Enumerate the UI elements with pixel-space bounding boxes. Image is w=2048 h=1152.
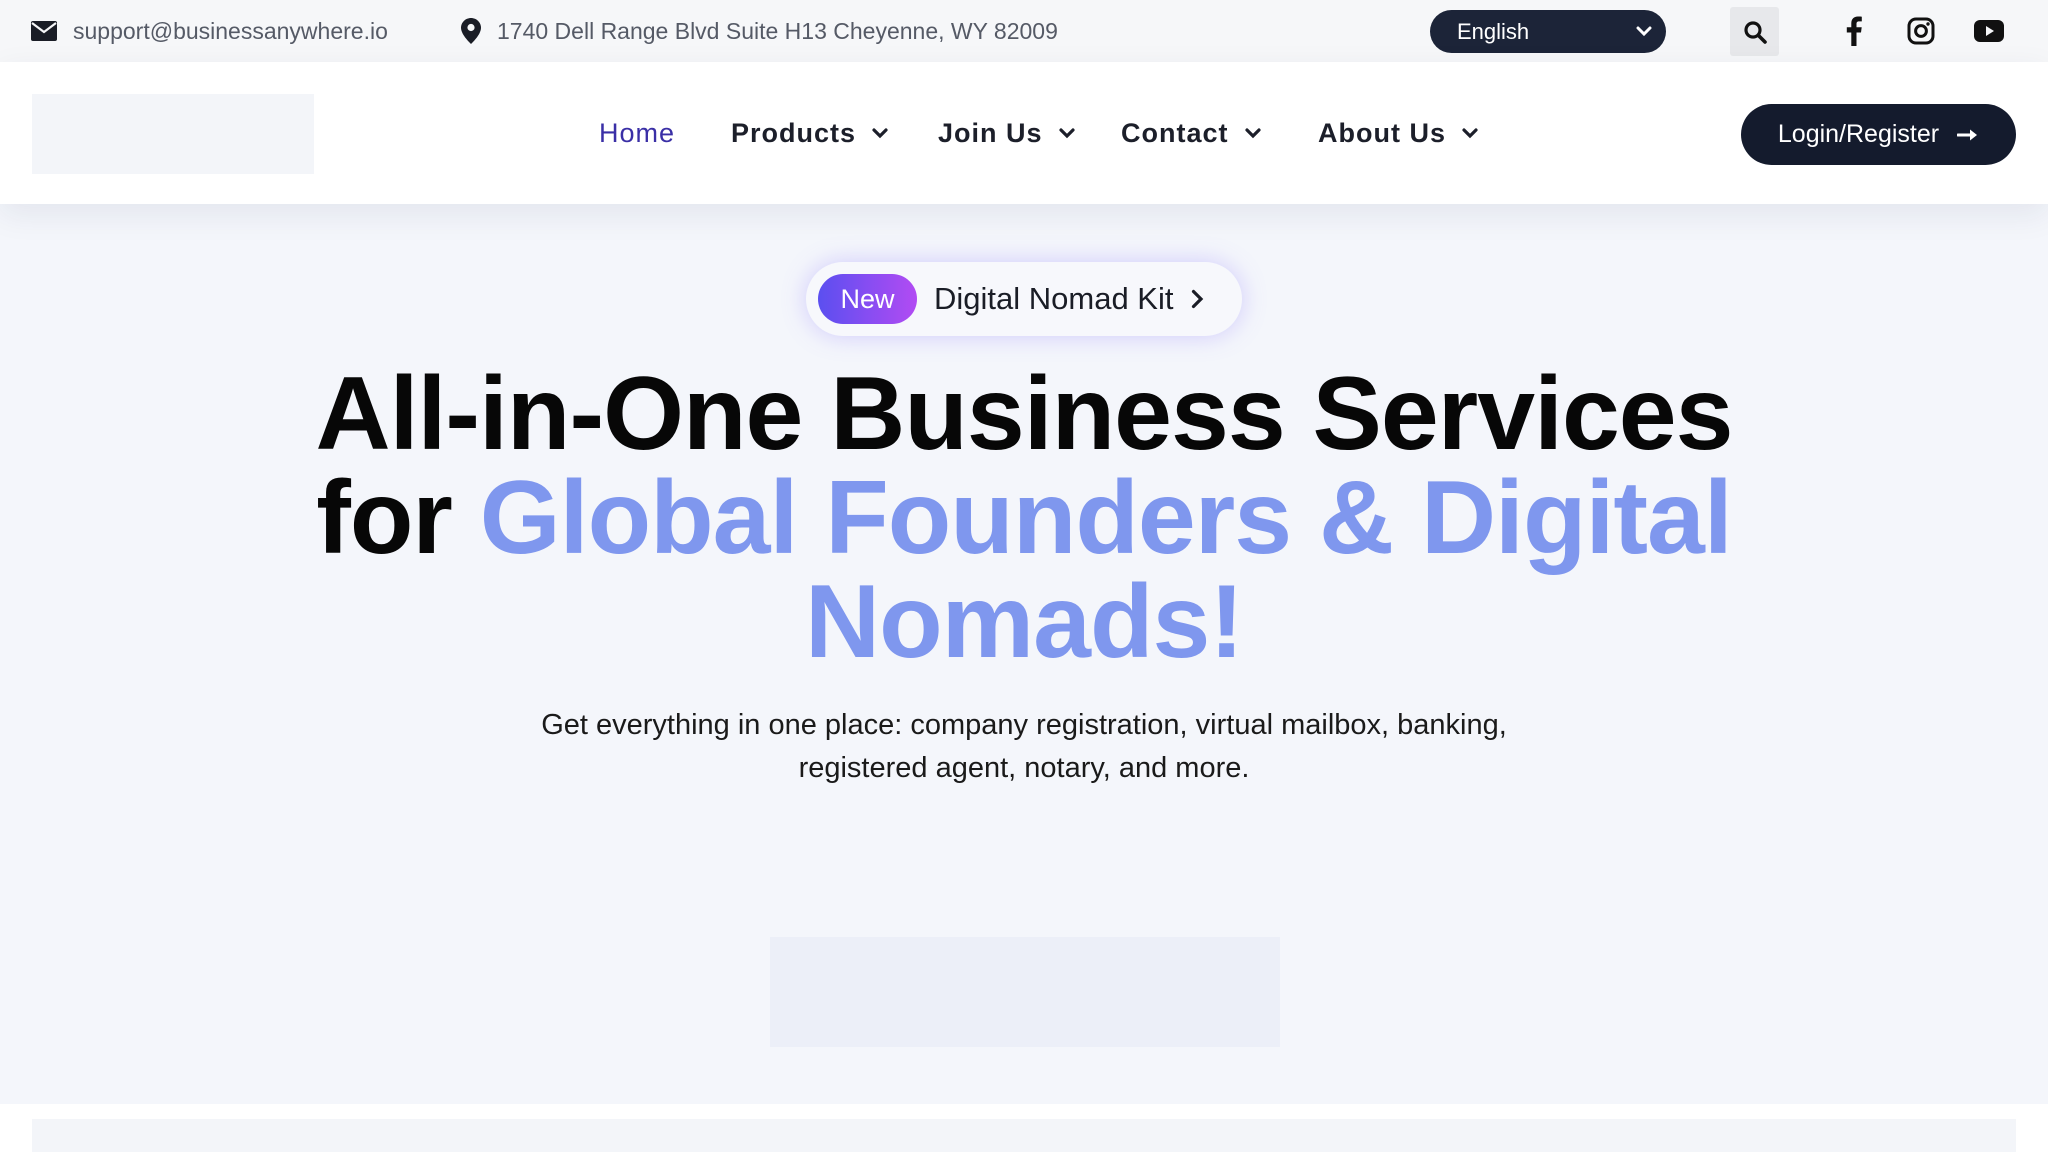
nav-item-label: Contact <box>1121 117 1229 148</box>
site-logo[interactable] <box>32 94 314 174</box>
headline-plain-2: for <box>316 460 480 576</box>
chevron-down-icon <box>1244 127 1261 138</box>
contact-email[interactable]: support@businessanywhere.io <box>31 0 388 62</box>
address-text: 1740 Dell Range Blvd Suite H13 Cheyenne,… <box>497 17 1058 44</box>
nav-item-contact[interactable]: Contact <box>1121 62 1261 204</box>
chevron-down-icon <box>872 127 888 138</box>
contact-address: 1740 Dell Range Blvd Suite H13 Cheyenne,… <box>461 0 1058 62</box>
hero-headline: All-in-One Business Services for Global … <box>224 362 1824 674</box>
nav-item-about-us[interactable]: About Us <box>1318 62 1478 204</box>
email-text: support@businessanywhere.io <box>73 17 388 44</box>
digital-nomad-kit-pill[interactable]: New Digital Nomad Kit <box>806 262 1242 336</box>
chevron-right-icon <box>1192 289 1204 309</box>
hero-subtitle: Get everything in one place: company reg… <box>541 709 1507 784</box>
instagram-icon <box>1907 17 1935 45</box>
youtube-icon <box>1974 20 2004 42</box>
hero-media-placeholder <box>770 937 1280 1047</box>
language-select[interactable]: English <box>1430 10 1666 53</box>
nav-item-join-us[interactable]: Join Us <box>938 62 1075 204</box>
headline-line-1: All-in-One Business Services <box>315 356 1734 472</box>
chevron-down-icon <box>1636 26 1652 37</box>
facebook-icon <box>1846 16 1862 46</box>
nav-item-home[interactable]: Home <box>599 62 675 204</box>
next-section <box>0 1104 2048 1152</box>
chevron-down-icon <box>1058 127 1075 138</box>
nav-item-label: About Us <box>1318 117 1446 148</box>
instagram-link[interactable] <box>1903 13 1939 49</box>
main-navbar: Home Products Join Us Contact About Us L… <box>0 62 2048 204</box>
top-utility-bar: support@businessanywhere.io 1740 Dell Ra… <box>0 0 2048 62</box>
new-badge: New <box>818 274 917 324</box>
pill-label: Digital Nomad Kit <box>934 281 1174 316</box>
facebook-link[interactable] <box>1836 13 1872 49</box>
language-selected: English <box>1457 18 1530 44</box>
envelope-icon <box>31 21 57 41</box>
search-button[interactable] <box>1730 7 1779 56</box>
login-register-label: Login/Register <box>1777 120 1940 148</box>
nav-item-label: Join Us <box>938 117 1043 148</box>
arrow-right-icon <box>1957 129 1978 140</box>
next-section-placeholder <box>32 1119 2016 1152</box>
chevron-down-icon <box>1462 127 1478 138</box>
login-register-button[interactable]: Login/Register <box>1741 104 2016 165</box>
map-pin-icon <box>461 18 481 44</box>
headline-accent: Global Founders & Digital Nomads! <box>479 460 1733 680</box>
nav-item-label: Products <box>731 117 857 148</box>
search-icon <box>1743 20 1767 44</box>
nav-item-label: Home <box>599 117 676 148</box>
youtube-link[interactable] <box>1971 13 2007 49</box>
nav-item-products[interactable]: Products <box>731 62 888 204</box>
